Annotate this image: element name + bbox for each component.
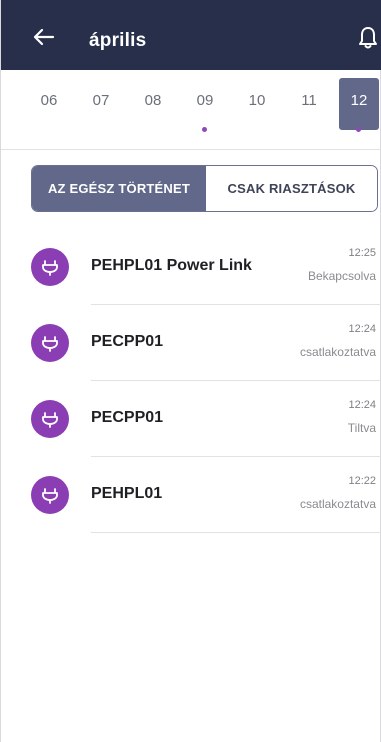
event-name: PECPP01 (91, 333, 164, 350)
day-12-selected[interactable]: 12 (339, 78, 379, 130)
day-10[interactable]: 10 (237, 78, 277, 130)
divider (1, 149, 381, 150)
plug-icon (31, 476, 69, 514)
event-name: PECPP01 (91, 409, 164, 426)
day-selector: 06 07 08 09 10 11 12 (1, 70, 381, 150)
day-06[interactable]: 06 (29, 78, 69, 130)
event-time: 12:22 (348, 475, 376, 487)
event-status: csatlakoztatva (299, 497, 376, 511)
day-11[interactable]: 11 (289, 78, 329, 130)
event-row[interactable]: PEHPL01 12:22 csatlakoztatva (1, 457, 381, 533)
filter-alarms-only[interactable]: CSAK RIASZTÁSOK (206, 166, 377, 211)
event-row[interactable]: PECPP01 12:24 csatlakoztatva (1, 305, 381, 381)
event-name: PEHPL01 Power Link (91, 257, 252, 274)
page-title: április (89, 30, 147, 51)
event-time: 12:24 (348, 399, 376, 411)
day-07[interactable]: 07 (81, 78, 121, 130)
event-status: Tiltva (347, 421, 376, 435)
event-row[interactable]: PECPP01 12:24 Tiltva (1, 381, 381, 457)
day-08[interactable]: 08 (133, 78, 173, 130)
app-bar: április (1, 0, 381, 70)
event-status: csatlakoztatva (299, 345, 376, 359)
plug-icon (31, 324, 69, 362)
event-name: PEHPL01 (91, 485, 163, 502)
event-time: 12:25 (348, 247, 376, 259)
event-dot-12 (356, 127, 361, 132)
history-filter: AZ EGÉSZ TÖRTÉNET CSAK RIASZTÁSOK (31, 165, 378, 212)
phone-frame: április 06 07 08 09 10 11 12 AZ EGÉSZ TÖ… (0, 0, 381, 742)
plug-icon (31, 400, 69, 438)
bell-icon[interactable] (357, 26, 379, 50)
event-status: Bekapcsolva (307, 269, 376, 283)
filter-all-history[interactable]: AZ EGÉSZ TÖRTÉNET (32, 166, 206, 211)
event-dot-09 (202, 127, 207, 132)
event-time: 12:24 (348, 323, 376, 335)
plug-icon (31, 248, 69, 286)
event-row[interactable]: PEHPL01 Power Link 12:25 Bekapcsolva (1, 229, 381, 305)
row-divider (91, 532, 381, 533)
day-09[interactable]: 09 (185, 78, 225, 130)
arrow-left-icon[interactable] (31, 27, 57, 47)
